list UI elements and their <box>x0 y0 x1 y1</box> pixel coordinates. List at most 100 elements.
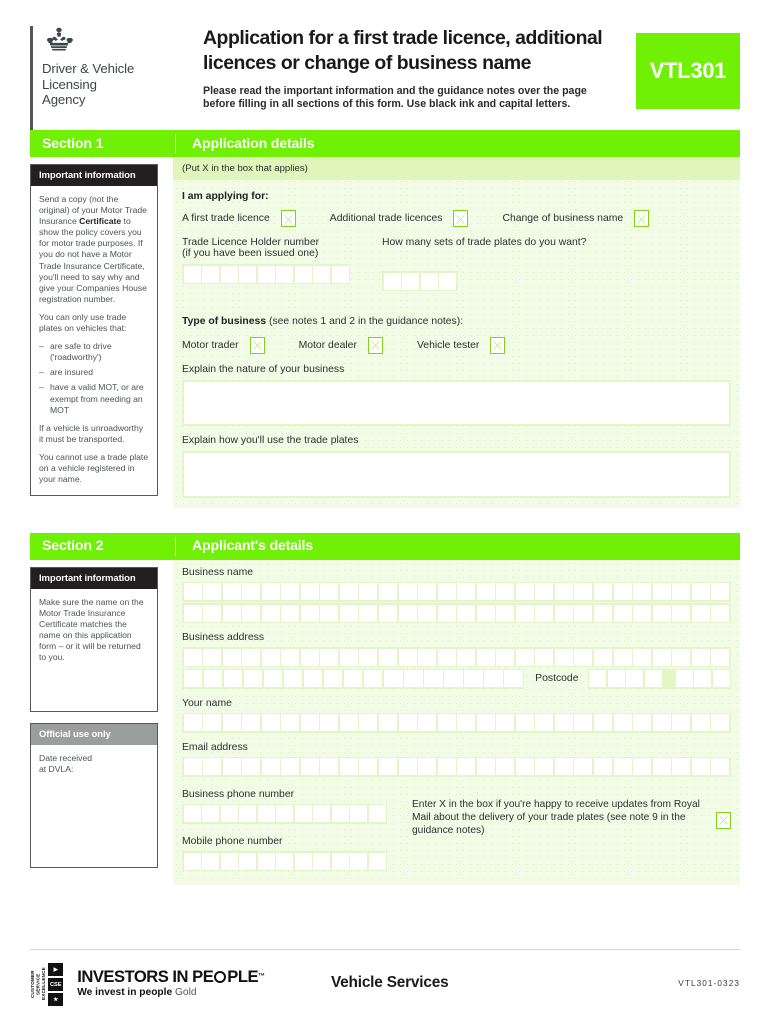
nature-of-business-input[interactable] <box>182 379 731 426</box>
section-1-aside: Important information Send a copy (not t… <box>30 157 158 508</box>
checkbox-motor-dealer[interactable] <box>367 336 383 354</box>
option-label: A first trade licence <box>182 213 270 224</box>
option-first-trade-licence[interactable]: A first trade licence <box>182 210 296 227</box>
checkbox-vehicle-tester[interactable] <box>490 336 506 354</box>
dvla-agency-name: Driver & Vehicle Licensing Agency <box>42 61 180 108</box>
section-1-note-strip: (Put X in the box that applies) <box>173 157 740 180</box>
page-header: Driver & Vehicle Licensing Agency Applic… <box>30 0 740 130</box>
plates-count-label: How many sets of trade plates do you wan… <box>382 237 587 248</box>
option-motor-trader[interactable]: Motor trader <box>182 336 265 354</box>
option-label: Change of business name <box>502 213 624 224</box>
iip-title-part2: PLE <box>227 967 259 986</box>
royal-mail-optin[interactable]: Enter X in the box if you're happy to re… <box>412 798 731 838</box>
list-item: are insured <box>39 367 149 378</box>
checkbox-change-of-business-name[interactable] <box>634 210 650 227</box>
section-1-body: Important information Send a copy (not t… <box>30 157 740 508</box>
form-code-badge: VTL301 <box>636 33 740 109</box>
option-label: Motor dealer <box>298 339 357 351</box>
option-change-of-business-name[interactable]: Change of business name <box>502 210 650 227</box>
business-name-input-row-2[interactable] <box>182 603 731 623</box>
mobile-phone-input[interactable] <box>182 851 387 871</box>
star-icon: ★ <box>48 993 64 1006</box>
iip-title: INVESTORS IN PE PLE ™ <box>77 967 265 986</box>
section-1-number: Section 1 <box>42 135 104 152</box>
type-of-business-note: (see notes 1 and 2 in the guidance notes… <box>266 315 464 327</box>
page-footer: CUSTOMER SERVICE EXCELLENCE ▶ CSE ★ INVE… <box>30 949 740 1006</box>
form-page: Driver & Vehicle Licensing Agency Applic… <box>0 0 770 1024</box>
form-reference-code: VTL301-0323 <box>678 979 740 988</box>
your-name-input[interactable] <box>182 712 731 733</box>
holder-number-label-line1: Trade Licence Holder number <box>182 237 320 248</box>
type-of-business-heading: Type of business (see notes 1 and 2 in t… <box>182 311 731 329</box>
checkbox-additional-trade-licences[interactable] <box>453 210 469 227</box>
business-address-input-row-1[interactable] <box>182 647 731 667</box>
royal-mail-optin-text: Enter X in the box if you're happy to re… <box>412 798 700 837</box>
aside-paragraph-1: Send a copy (not the original) of your M… <box>39 194 147 304</box>
email-address-label: Email address <box>182 741 248 753</box>
dvla-line-3: Agency <box>42 92 86 108</box>
section-2-header: Section 2 Applicant's details <box>30 532 740 560</box>
plates-use-label: Explain how you'll use the trade plates <box>182 434 359 446</box>
holder-number-input[interactable] <box>182 264 350 284</box>
customer-service-excellence-logo: CUSTOMER SERVICE EXCELLENCE ▶ CSE ★ <box>30 960 64 1006</box>
option-label: Vehicle tester <box>416 339 480 351</box>
section-1-title: Application details <box>192 135 315 152</box>
checkbox-motor-trader[interactable] <box>249 336 265 354</box>
royal-mail-optin-group: Enter X in the box if you're happy to re… <box>412 789 731 875</box>
section-2-body: Important information Make sure the name… <box>30 559 740 885</box>
phones-and-optin-row: Business phone number Mobile phone numbe… <box>182 789 731 875</box>
plates-count-input[interactable] <box>382 271 458 291</box>
business-address-label: Business address <box>182 632 265 643</box>
checkbox-first-trade-licence[interactable] <box>280 210 296 227</box>
page-title: Application for a first trade licence, a… <box>203 27 603 74</box>
iip-subtitle-row: We invest in people Gold <box>77 987 264 998</box>
important-information-heading-2: Important information <box>31 567 157 589</box>
cse-badge-stack: ▶ CSE ★ <box>48 963 64 1006</box>
section-2-title: Applicant's details <box>192 538 313 554</box>
list-item: have a valid MOT, or are exempt from nee… <box>39 382 149 415</box>
official-use-only-heading: Official use only <box>31 723 157 745</box>
important-information-body-1: Send a copy (not the original) of your M… <box>31 186 157 495</box>
date-received-line-1: Date received <box>39 752 93 763</box>
mobile-phone-label: Mobile phone number <box>182 836 283 847</box>
nature-of-business-label: Explain the nature of your business <box>182 363 345 375</box>
trademark-icon: ™ <box>258 973 265 980</box>
official-use-only-box: Official use only Date received at DVLA: <box>30 722 158 868</box>
address-line2-and-postcode: Postcode <box>182 668 731 689</box>
postcode-input[interactable] <box>587 668 731 689</box>
important-information-box-2: Important information Make sure the name… <box>30 566 158 712</box>
aside-paragraph-2: You can only use trade plates on vehicle… <box>39 311 127 334</box>
business-name-label: Business name <box>182 566 254 578</box>
option-additional-trade-licences[interactable]: Additional trade licences <box>330 210 469 227</box>
option-motor-dealer[interactable]: Motor dealer <box>298 336 383 354</box>
aside-bullet-list: are safe to drive ('roadworthy') are ins… <box>39 341 149 416</box>
checkbox-royal-mail-optin[interactable] <box>716 811 731 829</box>
iip-subtitle: We invest in people <box>77 987 173 998</box>
option-label: Motor trader <box>182 339 239 351</box>
business-address-input-row-2[interactable] <box>182 668 525 689</box>
iip-level: Gold <box>174 987 197 998</box>
dvla-logo: Driver & Vehicle Licensing Agency <box>30 26 180 130</box>
list-item: are safe to drive ('roadworthy') <box>39 341 149 363</box>
option-vehicle-tester[interactable]: Vehicle tester <box>416 336 506 354</box>
holder-number-label-line2: (if you have been issued one) <box>182 248 319 259</box>
section-2-main: Business name Business address Postcode … <box>173 559 740 885</box>
cse-vertical-text: CUSTOMER SERVICE EXCELLENCE <box>30 967 46 1001</box>
section-1-main: (Put X in the box that applies) I am app… <box>173 157 740 508</box>
dvla-line-2: Licensing <box>42 76 97 92</box>
business-name-input-row-1[interactable] <box>182 581 731 602</box>
cse-badge-text: CSE <box>48 978 64 991</box>
important-information-box-1: Important information Send a copy (not t… <box>30 164 158 497</box>
plates-use-input[interactable] <box>182 450 731 498</box>
section-2-aside: Important information Make sure the name… <box>30 560 158 885</box>
business-phone-input[interactable] <box>182 803 387 824</box>
aside-paragraph-5: Make sure the name on the Motor Trade In… <box>39 596 144 662</box>
email-address-input[interactable] <box>182 756 731 777</box>
date-received-line-2: at DVLA: <box>39 763 74 774</box>
investors-in-people-logo: INVESTORS IN PE PLE ™ We invest in people … <box>77 967 265 999</box>
iip-title-part1: INVESTORS IN PE <box>77 967 214 986</box>
vehicle-services-title: Vehicle Services <box>330 974 449 991</box>
dvla-line-1: Driver & Vehicle <box>42 61 135 76</box>
postcode-label: Postcode <box>535 673 579 684</box>
royal-crown-icon <box>47 27 73 51</box>
